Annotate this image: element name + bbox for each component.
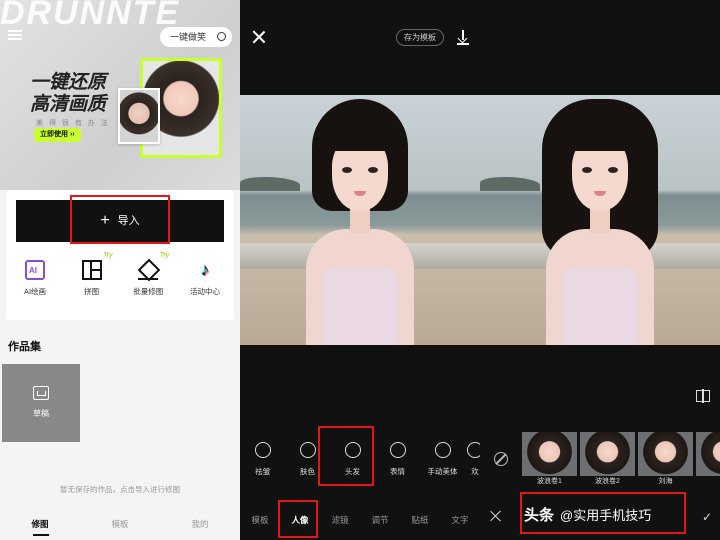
tool-ai-paint[interactable]: AI绘画: [10, 258, 60, 302]
hair-style-editor: 波浪卷1 波浪卷2 刘海 头条 @实用手机技巧 ✓: [480, 0, 720, 540]
tab-adjust[interactable]: 调节: [360, 514, 400, 530]
home-screen: DRUNNTE 一键做笑 一键还原 高清画质 美 得 很 有 办 法 立即使用 …: [0, 0, 240, 540]
collage-icon: [81, 260, 102, 280]
works-title: 作品集: [8, 341, 41, 353]
tool-label: 欢: [471, 467, 479, 476]
smile-icon: [389, 442, 406, 458]
hair-style-option[interactable]: [696, 432, 720, 488]
tool-more[interactable]: 欢: [465, 438, 480, 488]
tool-expression[interactable]: 表情: [375, 438, 420, 488]
portrait-editor: 存为模板 祛皱 肤色 头发 表情 手动美体 欢 模板 人像 滤镜 调节 贴纸 文…: [240, 0, 480, 540]
tool-hair[interactable]: 头发: [330, 438, 375, 488]
tool-label: 批量修图: [133, 287, 164, 296]
banner-subline: 美 得 很 有 办 法: [36, 120, 110, 127]
watermark-brand: 头条: [524, 507, 555, 524]
tool-activity-center[interactable]: ♪ 活动中心: [180, 258, 230, 302]
draft-label: 草稿: [33, 409, 49, 418]
promo-banner[interactable]: DRUNNTE 一键做笑 一键还原 高清画质 美 得 很 有 办 法 立即使用 …: [0, 0, 240, 190]
hair-style-label: 波浪卷2: [580, 476, 635, 488]
wrinkle-icon: [254, 442, 271, 458]
save-template-button[interactable]: 存为模板: [396, 29, 444, 46]
hair-icon: [344, 442, 361, 458]
try-badge: Try: [103, 252, 113, 259]
empty-hint: 暂无保存的作品，点击导入进行修图: [60, 485, 180, 494]
tool-manual-body[interactable]: 手动美体: [420, 438, 465, 488]
nav-templates[interactable]: 模板: [111, 512, 128, 540]
photo-canvas[interactable]: [240, 95, 480, 345]
tool-label: 拼图: [84, 287, 100, 296]
watermark-handle: @实用手机技巧: [560, 508, 652, 523]
import-label: 导入: [117, 215, 140, 227]
plus-icon: +: [100, 212, 110, 229]
inbox-icon: [33, 386, 49, 400]
tool-label: 肤色: [300, 467, 315, 476]
body-icon: [434, 442, 451, 458]
skin-tone-icon: [299, 442, 316, 458]
hair-style-thumbnail: [696, 432, 720, 476]
tab-filter[interactable]: 滤镜: [320, 514, 360, 530]
search-icon: [217, 32, 226, 41]
photo-canvas-result[interactable]: [480, 95, 720, 345]
tool-shortcuts: AI绘画 Try 拼图 Try 批量修图 ♪ 活动中心: [10, 252, 230, 302]
hair-style-option[interactable]: 刘海: [638, 432, 693, 488]
tab-portrait[interactable]: 人像: [280, 514, 320, 530]
tool-wrinkle[interactable]: 祛皱: [240, 438, 285, 488]
tool-label: 头发: [345, 467, 360, 476]
ai-paint-icon: [25, 260, 45, 280]
search-pill[interactable]: 一键做笑: [160, 27, 232, 47]
hair-style-label: [696, 476, 720, 488]
nav-mine[interactable]: 我的: [191, 512, 208, 540]
more-tool-icon: [467, 442, 480, 458]
hair-style-thumbnail: [580, 432, 635, 476]
brand-watermark: DRUNNTE: [0, 0, 181, 32]
tool-batch-edit[interactable]: Try 批量修图: [123, 252, 173, 302]
portrait-subject: [298, 99, 422, 345]
import-button[interactable]: + 导入: [16, 200, 224, 242]
hair-style-option[interactable]: 波浪卷2: [580, 432, 635, 488]
banner-photo-before: [118, 88, 160, 144]
no-style-icon[interactable]: [494, 452, 508, 466]
tool-label: 活动中心: [189, 287, 220, 296]
headline-line-2: 高清画质: [30, 94, 107, 115]
hair-style-label: 刘海: [638, 476, 693, 488]
draft-tile[interactable]: 草稿: [2, 364, 80, 442]
banner-headline: 一键还原 高清画质: [30, 72, 110, 116]
search-pill-label: 一键做笑: [170, 32, 207, 42]
tiktok-icon: ♪: [200, 260, 210, 279]
tab-template[interactable]: 模板: [240, 514, 280, 530]
close-icon[interactable]: [252, 30, 266, 44]
hair-style-thumbnail: [522, 432, 577, 476]
editor-tabs: 模板 人像 滤镜 调节 贴纸 文字: [240, 514, 480, 530]
nav-edit[interactable]: 修图: [31, 512, 50, 540]
headline-line-1: 一键还原: [30, 72, 107, 93]
tool-label: AI绘画: [23, 287, 47, 296]
use-now-button[interactable]: 立即使用 ››: [34, 128, 81, 142]
hair-style-thumbnail: [638, 432, 693, 476]
cancel-icon[interactable]: [490, 510, 502, 522]
menu-icon[interactable]: [8, 30, 22, 40]
hair-style-option[interactable]: 波浪卷1: [522, 432, 577, 488]
tool-collage[interactable]: Try 拼图: [67, 252, 117, 302]
hair-style-label: 波浪卷1: [522, 476, 577, 488]
portrait-subject-long-hair: [538, 99, 662, 345]
try-badge: Try: [159, 252, 170, 259]
batch-edit-icon: [138, 260, 159, 280]
bottom-nav: 修图 模板 我的: [0, 512, 240, 540]
tool-label: 手动美体: [427, 467, 458, 476]
portrait-tools: 祛皱 肤色 头发 表情 手动美体 欢: [240, 438, 480, 488]
tab-sticker[interactable]: 贴纸: [400, 514, 440, 530]
tab-text[interactable]: 文字: [440, 514, 480, 530]
tool-skin-tone[interactable]: 肤色: [285, 438, 330, 488]
tool-label: 祛皱: [255, 467, 270, 476]
download-icon[interactable]: [457, 30, 469, 45]
tool-label: 表情: [390, 467, 405, 476]
watermark: 头条 @实用手机技巧: [524, 504, 651, 525]
compare-icon[interactable]: [696, 389, 710, 403]
confirm-icon[interactable]: ✓: [702, 510, 712, 524]
